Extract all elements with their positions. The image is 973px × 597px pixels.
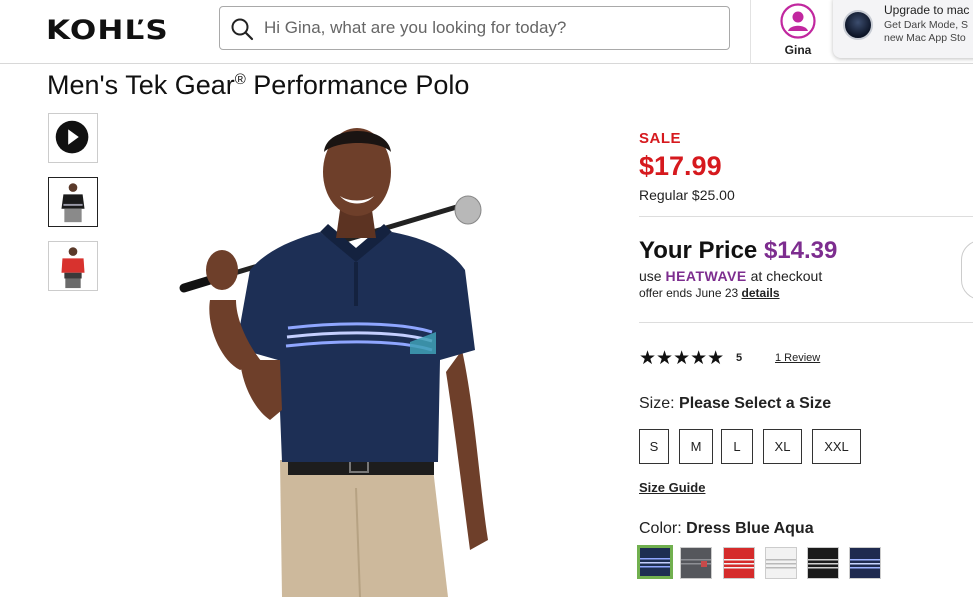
details-link[interactable]: details [742, 286, 780, 300]
size-option-xxl[interactable]: XXL [812, 429, 861, 464]
promo-code: HEATWAVE [665, 268, 747, 284]
notification-body-line: Get Dark Mode, S [884, 19, 969, 31]
side-scroll-button[interactable] [961, 240, 973, 300]
color-label: Color: Dress Blue Aqua [639, 520, 814, 538]
header-divider [750, 0, 751, 64]
promo-code-text: use HEATWAVE at checkout [639, 268, 822, 284]
play-icon [55, 120, 89, 154]
your-price-amount: $14.39 [763, 237, 838, 264]
search-icon[interactable] [230, 17, 254, 41]
color-swatch-white[interactable] [765, 547, 797, 579]
registered-mark: ® [234, 71, 246, 88]
promo-prefix: use [639, 268, 666, 284]
color-swatch-dress-blue-aqua[interactable] [637, 545, 673, 579]
navy-polo-thumbnail-image [49, 178, 97, 226]
site-header: KOHĽS Gina [0, 0, 973, 64]
size-guide-link[interactable]: Size Guide [639, 480, 705, 495]
size-option-s[interactable]: S [639, 429, 669, 464]
size-label-text: Size: [639, 395, 675, 412]
reviews-link[interactable]: 1 Review [775, 352, 820, 364]
notification-title: Upgrade to mac [884, 3, 970, 17]
color-label-text: Color: [639, 520, 682, 537]
promo-suffix: at checkout [746, 268, 823, 284]
size-selection: Please Select a Size [679, 395, 832, 412]
kohls-logo[interactable]: KOHĽS [46, 15, 169, 46]
account-button[interactable]: Gina [775, 3, 821, 59]
main-product-image[interactable] [170, 110, 500, 597]
color-swatch-navy[interactable] [849, 547, 881, 579]
star-rating-icon[interactable]: ★★★★★ [639, 347, 724, 370]
color-swatch-grey[interactable] [680, 547, 712, 579]
divider [639, 322, 973, 323]
search-input[interactable] [264, 15, 714, 41]
sale-label: SALE [639, 130, 682, 147]
your-price-label: Your Price [639, 237, 758, 264]
size-option-xl[interactable]: XL [763, 429, 802, 464]
image-thumbnail-navy[interactable] [48, 177, 98, 227]
account-icon [780, 3, 816, 39]
size-option-m[interactable]: M [679, 429, 713, 464]
your-price: Your Price $14.39 [639, 237, 837, 265]
rating-value: 5 [736, 352, 743, 364]
product-title: Men's Tek Gear® Performance Polo [47, 70, 469, 101]
macos-app-icon [843, 10, 873, 40]
color-swatch-black[interactable] [807, 547, 839, 579]
product-title-text: Men's Tek Gear [47, 70, 235, 100]
notification-body-line: new Mac App Sto [884, 32, 966, 44]
red-polo-thumbnail-image [49, 242, 97, 290]
offer-text: offer ends June 23 [639, 286, 742, 300]
notification-body: Get Dark Mode, S new Mac App Sto [884, 19, 968, 45]
divider [639, 216, 973, 217]
size-option-l[interactable]: L [721, 429, 753, 464]
offer-expiry: offer ends June 23 details [639, 286, 780, 300]
account-name: Gina [784, 43, 812, 57]
system-notification[interactable]: Upgrade to mac Get Dark Mode, S new Mac … [833, 0, 973, 58]
color-selection: Dress Blue Aqua [686, 520, 814, 537]
size-label: Size: Please Select a Size [639, 395, 831, 413]
regular-price: Regular $25.00 [639, 187, 735, 203]
video-thumbnail[interactable] [48, 113, 98, 163]
product-title-rest: Performance Polo [245, 70, 470, 100]
image-thumbnail-red[interactable] [48, 241, 98, 291]
sale-price: $17.99 [639, 151, 722, 181]
search-bar[interactable] [219, 6, 730, 50]
color-swatch-red[interactable] [723, 547, 755, 579]
